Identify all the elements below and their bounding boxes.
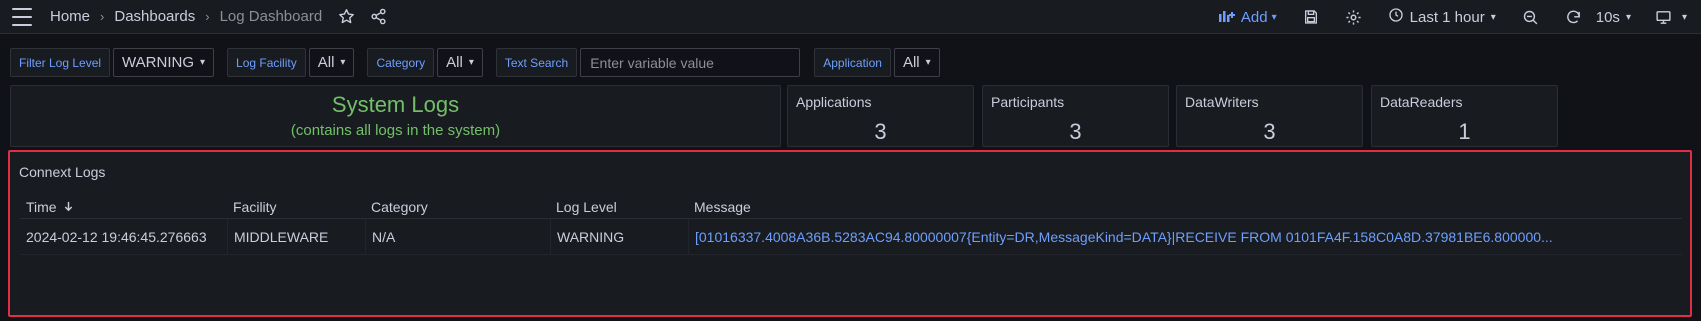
- cell-category: N/A: [365, 219, 550, 254]
- time-range-picker[interactable]: Last 1 hour ▾: [1388, 7, 1496, 27]
- category-label: Category: [367, 48, 435, 77]
- stat-title: DataReaders: [1380, 94, 1463, 110]
- chevron-right-icon: ›: [100, 9, 105, 24]
- chevron-down-icon: ▾: [1271, 11, 1277, 23]
- clock-icon: [1388, 7, 1404, 27]
- category-variable: Category All ▾: [367, 48, 483, 77]
- stat-title: DataWriters: [1185, 94, 1259, 110]
- connext-logs-title: Connext Logs: [19, 164, 106, 180]
- logs-table: Time Facility Category Log Level Message…: [20, 195, 1682, 255]
- breadcrumb: Home › Dashboards › Log Dashboard: [50, 8, 322, 25]
- log-facility-label: Log Facility: [227, 48, 306, 77]
- stat-panel-datareaders: DataReaders 1: [1371, 85, 1558, 147]
- table-row: 2024-02-12 19:46:45.276663 MIDDLEWARE N/…: [20, 219, 1682, 255]
- system-logs-panel: System Logs (contains all logs in the sy…: [10, 85, 781, 147]
- text-search-variable: Text Search: [495, 48, 801, 77]
- stat-panel-datawriters: DataWriters 3: [1176, 85, 1363, 147]
- cell-time: 2024-02-12 19:46:45.276663: [26, 228, 207, 245]
- column-header-label: Time: [26, 198, 57, 215]
- log-facility-variable: Log Facility All ▾: [227, 48, 355, 77]
- filter-log-level-select[interactable]: WARNING ▾: [113, 48, 215, 77]
- top-navbar: Home › Dashboards › Log Dashboard Add ▾: [0, 0, 1701, 34]
- chevron-down-icon: ▾: [340, 57, 346, 68]
- cell-message-link[interactable]: [01016337.4008A36B.5283AC94.80000007{Ent…: [688, 219, 1682, 254]
- variable-bar: Filter Log Level WARNING ▾ Log Facility …: [10, 48, 940, 77]
- cell-facility: MIDDLEWARE: [227, 219, 365, 254]
- column-header-category[interactable]: Category: [365, 199, 550, 215]
- chevron-right-icon: ›: [205, 9, 210, 24]
- application-label: Application: [814, 48, 891, 77]
- column-header-time[interactable]: Time: [20, 199, 227, 215]
- application-select[interactable]: All ▾: [893, 48, 940, 77]
- system-logs-subtitle: (contains all logs in the system): [290, 122, 501, 139]
- stat-panel-participants: Participants 3: [982, 85, 1169, 147]
- stat-title: Applications: [796, 94, 872, 110]
- application-value: All: [902, 54, 920, 71]
- text-search-label: Text Search: [495, 48, 578, 77]
- refresh-icon[interactable]: [1565, 9, 1582, 26]
- stat-panel-applications: Applications 3: [787, 85, 974, 147]
- save-icon[interactable]: [1303, 9, 1319, 25]
- connext-logs-panel: Connext Logs Time Facility Category Log …: [8, 150, 1692, 317]
- text-search-input[interactable]: [580, 48, 801, 77]
- log-facility-select[interactable]: All ▾: [308, 48, 355, 77]
- menu-icon[interactable]: [12, 7, 34, 26]
- zoom-out-icon[interactable]: [1522, 9, 1539, 26]
- filter-log-level-variable: Filter Log Level WARNING ▾: [10, 48, 215, 77]
- stat-value: 3: [1069, 119, 1082, 144]
- stat-title: Participants: [991, 94, 1065, 110]
- filter-log-level-label: Filter Log Level: [10, 48, 111, 77]
- system-logs-title: System Logs: [331, 92, 460, 117]
- share-icon[interactable]: [370, 8, 387, 25]
- tv-mode-icon[interactable]: [1655, 9, 1672, 26]
- add-panel-icon: [1218, 8, 1237, 26]
- application-variable: Application All ▾: [814, 48, 940, 77]
- chevron-down-icon: ▾: [925, 57, 931, 68]
- chevron-down-icon: ▾: [1625, 11, 1631, 23]
- category-value: All: [446, 54, 463, 71]
- stat-value: 1: [1458, 119, 1471, 144]
- log-facility-value: All: [317, 54, 335, 71]
- category-select[interactable]: All ▾: [437, 48, 483, 77]
- add-button-label: Add: [1240, 8, 1268, 26]
- filter-log-level-value: WARNING: [122, 54, 194, 71]
- stat-value: 3: [874, 119, 887, 144]
- column-header-facility[interactable]: Facility: [227, 199, 365, 215]
- cell-log-level: WARNING: [550, 219, 688, 254]
- refresh-interval-picker[interactable]: 10s ▾: [1596, 9, 1631, 26]
- breadcrumb-current: Log Dashboard: [219, 8, 323, 25]
- column-header-log-level[interactable]: Log Level: [550, 199, 688, 215]
- gear-icon[interactable]: [1345, 9, 1362, 26]
- breadcrumb-home[interactable]: Home: [50, 8, 90, 25]
- add-button[interactable]: Add ▾: [1218, 8, 1277, 26]
- breadcrumb-dashboards[interactable]: Dashboards: [114, 8, 195, 25]
- chevron-down-icon: ▾: [468, 57, 474, 68]
- stat-value: 3: [1263, 119, 1276, 144]
- table-header: Time Facility Category Log Level Message: [20, 195, 1682, 219]
- chevron-down-icon: ▾: [200, 57, 206, 68]
- chevron-down-icon: ▾: [1490, 11, 1496, 23]
- sort-arrow-down-icon: [63, 199, 74, 215]
- chevron-down-icon[interactable]: ▾: [1682, 12, 1687, 23]
- column-header-message[interactable]: Message: [688, 199, 1682, 215]
- star-icon[interactable]: [338, 8, 355, 25]
- refresh-interval-label: 10s: [1595, 8, 1620, 26]
- time-range-label: Last 1 hour: [1409, 8, 1485, 26]
